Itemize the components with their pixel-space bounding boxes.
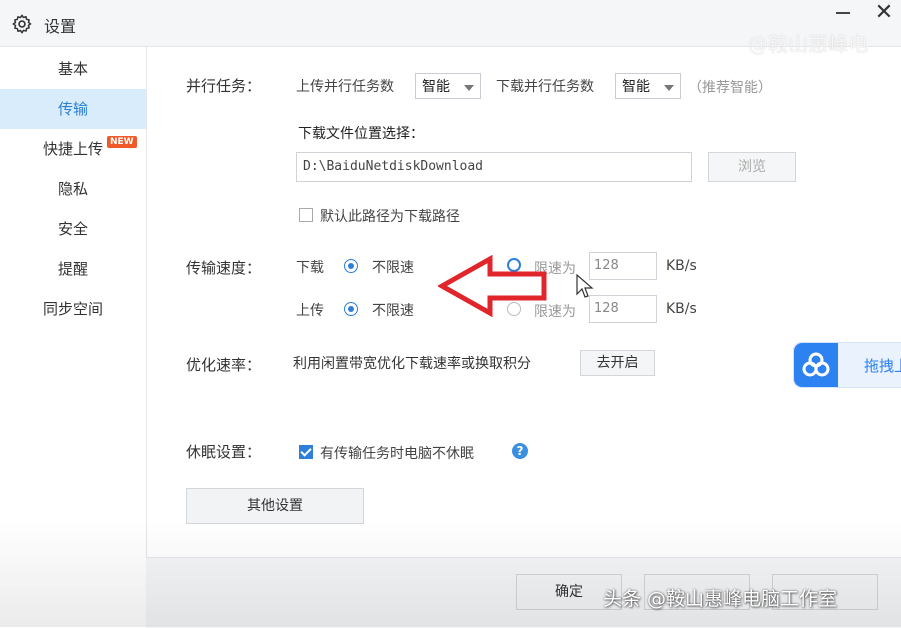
watermark-bottom: 头条 @鞍山惠峰电脑工作室 bbox=[603, 588, 838, 610]
window-title: 设置 bbox=[44, 17, 77, 36]
upload-unlimited-radio[interactable] bbox=[344, 302, 358, 316]
chevron-down-icon bbox=[664, 85, 674, 91]
sidebar-item-label: 快捷上传 bbox=[42, 140, 103, 158]
upload-parallel-select[interactable]: 智能 bbox=[415, 73, 481, 99]
optimize-label: 优化速率： bbox=[186, 356, 262, 374]
drag-upload-label: 拖拽上 bbox=[864, 357, 901, 375]
minimize-button[interactable] bbox=[830, 2, 856, 22]
sidebar-item-privacy[interactable]: 隐私 bbox=[0, 169, 146, 209]
download-limit-unit: KB/s bbox=[666, 258, 697, 274]
mouse-cursor-icon bbox=[576, 274, 594, 298]
help-icon[interactable]: ? bbox=[512, 443, 528, 459]
enable-optimize-button[interactable]: 去开启 bbox=[580, 350, 655, 376]
close-button[interactable]: ✕ bbox=[871, 2, 897, 26]
download-path-input[interactable]: D:\BaiduNetdiskDownload bbox=[296, 152, 692, 182]
download-speed-label: 下载 bbox=[296, 260, 324, 276]
sidebar-item-sync-space[interactable]: 同步空间 bbox=[0, 289, 146, 329]
optimize-description: 利用闲置带宽优化下载速率或换取积分 bbox=[293, 356, 531, 372]
cloud-logo-icon bbox=[802, 352, 830, 377]
parallel-tasks-label: 并行任务： bbox=[186, 77, 262, 95]
upload-unlimited-label: 不限速 bbox=[372, 303, 414, 319]
baidu-netdisk-logo bbox=[794, 343, 838, 387]
parallel-hint: （推荐智能） bbox=[688, 80, 772, 96]
gear-icon bbox=[12, 14, 32, 34]
no-sleep-label: 有传输任务时电脑不休眠 bbox=[320, 446, 474, 462]
browse-button[interactable]: 浏览 bbox=[708, 152, 796, 182]
download-parallel-value: 智能 bbox=[622, 79, 650, 95]
download-location-label: 下载文件位置选择： bbox=[298, 126, 424, 142]
new-badge: NEW bbox=[107, 136, 137, 148]
other-settings-button[interactable]: 其他设置 bbox=[186, 488, 364, 524]
upload-parallel-value: 智能 bbox=[422, 79, 450, 95]
upload-speed-label: 上传 bbox=[296, 303, 324, 319]
drag-upload-panel[interactable]: 拖拽上 bbox=[793, 342, 901, 388]
upload-limit-input[interactable]: 128 bbox=[589, 295, 657, 323]
sidebar-item-transfer[interactable]: 传输 bbox=[0, 89, 146, 129]
download-unlimited-radio[interactable] bbox=[344, 259, 358, 273]
download-parallel-select[interactable]: 智能 bbox=[615, 73, 681, 99]
chevron-down-icon bbox=[464, 85, 474, 91]
sidebar-item-basic[interactable]: 基本 bbox=[0, 49, 146, 89]
download-limit-input[interactable]: 128 bbox=[589, 252, 657, 280]
sidebar: 基本 传输 快捷上传 NEW 隐私 安全 提醒 同步空间 bbox=[0, 47, 147, 557]
upload-limit-unit: KB/s bbox=[666, 301, 697, 317]
default-path-checkbox[interactable] bbox=[299, 208, 313, 222]
sidebar-item-quick-upload[interactable]: 快捷上传 NEW bbox=[0, 129, 146, 169]
download-unlimited-label: 不限速 bbox=[372, 260, 414, 276]
download-parallel-label: 下载并行任务数 bbox=[496, 79, 594, 95]
transfer-speed-label: 传输速度： bbox=[186, 259, 262, 277]
sidebar-item-security[interactable]: 安全 bbox=[0, 209, 146, 249]
sidebar-item-reminder[interactable]: 提醒 bbox=[0, 249, 146, 289]
upload-parallel-label: 上传并行任务数 bbox=[296, 79, 394, 95]
red-arrow-annotation bbox=[438, 255, 547, 317]
no-sleep-checkbox[interactable] bbox=[299, 445, 313, 459]
title-bar: 设置 ✕ @鞍山惠峰电 bbox=[0, 0, 901, 56]
watermark-top: @鞍山惠峰电 bbox=[748, 32, 868, 56]
default-path-label: 默认此路径为下载路径 bbox=[320, 209, 460, 225]
sleep-settings-label: 休眠设置： bbox=[186, 443, 262, 461]
